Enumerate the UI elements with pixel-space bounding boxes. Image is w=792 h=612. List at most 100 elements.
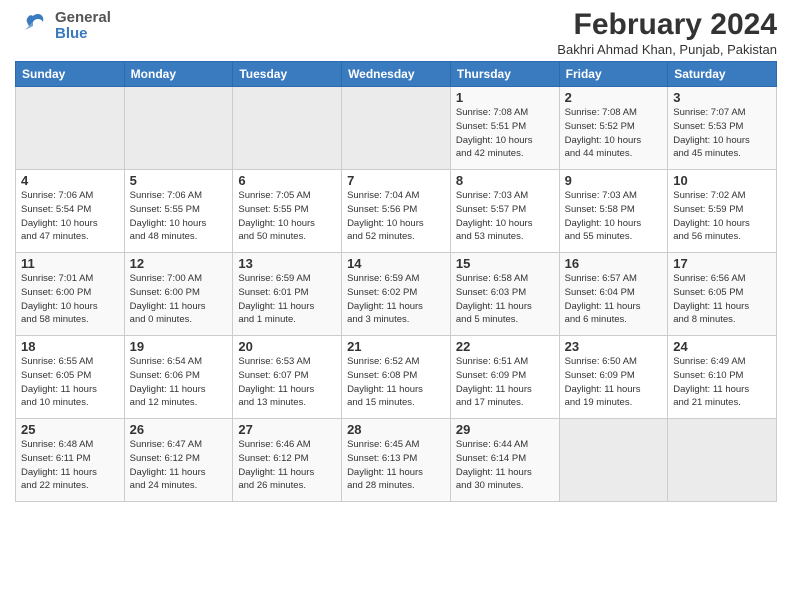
logo-blue: Blue bbox=[55, 26, 111, 43]
calendar-cell: 6Sunrise: 7:05 AMSunset: 5:55 PMDaylight… bbox=[233, 170, 342, 253]
day-info: Sunrise: 7:08 AMSunset: 5:52 PMDaylight:… bbox=[565, 106, 663, 161]
day-info: Sunrise: 6:53 AMSunset: 6:07 PMDaylight:… bbox=[238, 355, 336, 410]
day-number: 24 bbox=[673, 339, 771, 354]
calendar-cell bbox=[233, 87, 342, 170]
day-number: 11 bbox=[21, 256, 119, 271]
calendar-cell: 18Sunrise: 6:55 AMSunset: 6:05 PMDayligh… bbox=[16, 336, 125, 419]
day-number: 5 bbox=[130, 173, 228, 188]
title-section: February 2024 Bakhri Ahmad Khan, Punjab,… bbox=[557, 8, 777, 57]
calendar-cell bbox=[559, 419, 668, 502]
day-number: 1 bbox=[456, 90, 554, 105]
calendar-cell: 8Sunrise: 7:03 AMSunset: 5:57 PMDaylight… bbox=[450, 170, 559, 253]
calendar-cell: 24Sunrise: 6:49 AMSunset: 6:10 PMDayligh… bbox=[668, 336, 777, 419]
day-info: Sunrise: 6:59 AMSunset: 6:02 PMDaylight:… bbox=[347, 272, 445, 327]
day-info: Sunrise: 6:51 AMSunset: 6:09 PMDaylight:… bbox=[456, 355, 554, 410]
day-number: 26 bbox=[130, 422, 228, 437]
calendar-cell: 20Sunrise: 6:53 AMSunset: 6:07 PMDayligh… bbox=[233, 336, 342, 419]
calendar-cell: 4Sunrise: 7:06 AMSunset: 5:54 PMDaylight… bbox=[16, 170, 125, 253]
day-info: Sunrise: 6:52 AMSunset: 6:08 PMDaylight:… bbox=[347, 355, 445, 410]
day-number: 20 bbox=[238, 339, 336, 354]
calendar-cell: 2Sunrise: 7:08 AMSunset: 5:52 PMDaylight… bbox=[559, 87, 668, 170]
day-info: Sunrise: 7:02 AMSunset: 5:59 PMDaylight:… bbox=[673, 189, 771, 244]
calendar-cell: 29Sunrise: 6:44 AMSunset: 6:14 PMDayligh… bbox=[450, 419, 559, 502]
day-info: Sunrise: 6:58 AMSunset: 6:03 PMDaylight:… bbox=[456, 272, 554, 327]
calendar-cell: 14Sunrise: 6:59 AMSunset: 6:02 PMDayligh… bbox=[342, 253, 451, 336]
day-info: Sunrise: 6:48 AMSunset: 6:11 PMDaylight:… bbox=[21, 438, 119, 493]
day-number: 23 bbox=[565, 339, 663, 354]
day-number: 7 bbox=[347, 173, 445, 188]
weekday-header: Sunday bbox=[16, 62, 125, 87]
day-info: Sunrise: 6:49 AMSunset: 6:10 PMDaylight:… bbox=[673, 355, 771, 410]
day-number: 19 bbox=[130, 339, 228, 354]
day-info: Sunrise: 7:07 AMSunset: 5:53 PMDaylight:… bbox=[673, 106, 771, 161]
weekday-header: Monday bbox=[124, 62, 233, 87]
calendar-cell bbox=[16, 87, 125, 170]
calendar-cell: 12Sunrise: 7:00 AMSunset: 6:00 PMDayligh… bbox=[124, 253, 233, 336]
calendar-cell: 7Sunrise: 7:04 AMSunset: 5:56 PMDaylight… bbox=[342, 170, 451, 253]
day-number: 4 bbox=[21, 173, 119, 188]
day-info: Sunrise: 6:55 AMSunset: 6:05 PMDaylight:… bbox=[21, 355, 119, 410]
calendar-cell bbox=[124, 87, 233, 170]
day-number: 15 bbox=[456, 256, 554, 271]
weekday-header: Saturday bbox=[668, 62, 777, 87]
day-number: 29 bbox=[456, 422, 554, 437]
day-info: Sunrise: 6:50 AMSunset: 6:09 PMDaylight:… bbox=[565, 355, 663, 410]
day-number: 22 bbox=[456, 339, 554, 354]
day-number: 25 bbox=[21, 422, 119, 437]
day-number: 27 bbox=[238, 422, 336, 437]
weekday-header: Friday bbox=[559, 62, 668, 87]
calendar-cell bbox=[342, 87, 451, 170]
day-number: 21 bbox=[347, 339, 445, 354]
day-number: 17 bbox=[673, 256, 771, 271]
calendar-cell: 11Sunrise: 7:01 AMSunset: 6:00 PMDayligh… bbox=[16, 253, 125, 336]
day-number: 28 bbox=[347, 422, 445, 437]
day-info: Sunrise: 7:06 AMSunset: 5:55 PMDaylight:… bbox=[130, 189, 228, 244]
day-info: Sunrise: 6:57 AMSunset: 6:04 PMDaylight:… bbox=[565, 272, 663, 327]
day-info: Sunrise: 7:04 AMSunset: 5:56 PMDaylight:… bbox=[347, 189, 445, 244]
month-title: February 2024 bbox=[557, 8, 777, 42]
calendar-cell: 25Sunrise: 6:48 AMSunset: 6:11 PMDayligh… bbox=[16, 419, 125, 502]
day-info: Sunrise: 6:46 AMSunset: 6:12 PMDaylight:… bbox=[238, 438, 336, 493]
day-info: Sunrise: 6:54 AMSunset: 6:06 PMDaylight:… bbox=[130, 355, 228, 410]
calendar-cell: 13Sunrise: 6:59 AMSunset: 6:01 PMDayligh… bbox=[233, 253, 342, 336]
location: Bakhri Ahmad Khan, Punjab, Pakistan bbox=[557, 42, 777, 57]
calendar-cell: 21Sunrise: 6:52 AMSunset: 6:08 PMDayligh… bbox=[342, 336, 451, 419]
calendar-cell: 16Sunrise: 6:57 AMSunset: 6:04 PMDayligh… bbox=[559, 253, 668, 336]
calendar-cell: 26Sunrise: 6:47 AMSunset: 6:12 PMDayligh… bbox=[124, 419, 233, 502]
calendar-cell: 19Sunrise: 6:54 AMSunset: 6:06 PMDayligh… bbox=[124, 336, 233, 419]
calendar-cell: 5Sunrise: 7:06 AMSunset: 5:55 PMDaylight… bbox=[124, 170, 233, 253]
day-info: Sunrise: 7:08 AMSunset: 5:51 PMDaylight:… bbox=[456, 106, 554, 161]
weekday-header: Thursday bbox=[450, 62, 559, 87]
day-number: 18 bbox=[21, 339, 119, 354]
day-number: 6 bbox=[238, 173, 336, 188]
calendar-cell: 22Sunrise: 6:51 AMSunset: 6:09 PMDayligh… bbox=[450, 336, 559, 419]
day-info: Sunrise: 7:03 AMSunset: 5:57 PMDaylight:… bbox=[456, 189, 554, 244]
day-number: 14 bbox=[347, 256, 445, 271]
day-number: 10 bbox=[673, 173, 771, 188]
calendar-cell: 17Sunrise: 6:56 AMSunset: 6:05 PMDayligh… bbox=[668, 253, 777, 336]
day-info: Sunrise: 6:47 AMSunset: 6:12 PMDaylight:… bbox=[130, 438, 228, 493]
day-info: Sunrise: 6:56 AMSunset: 6:05 PMDaylight:… bbox=[673, 272, 771, 327]
day-info: Sunrise: 7:01 AMSunset: 6:00 PMDaylight:… bbox=[21, 272, 119, 327]
logo-general: General bbox=[55, 10, 111, 27]
day-number: 2 bbox=[565, 90, 663, 105]
calendar-cell bbox=[668, 419, 777, 502]
calendar-cell: 10Sunrise: 7:02 AMSunset: 5:59 PMDayligh… bbox=[668, 170, 777, 253]
day-number: 13 bbox=[238, 256, 336, 271]
calendar-cell: 15Sunrise: 6:58 AMSunset: 6:03 PMDayligh… bbox=[450, 253, 559, 336]
calendar-cell: 9Sunrise: 7:03 AMSunset: 5:58 PMDaylight… bbox=[559, 170, 668, 253]
logo: General Blue bbox=[15, 8, 111, 44]
calendar-cell: 27Sunrise: 6:46 AMSunset: 6:12 PMDayligh… bbox=[233, 419, 342, 502]
logo-text: General Blue bbox=[55, 10, 111, 43]
day-info: Sunrise: 6:45 AMSunset: 6:13 PMDaylight:… bbox=[347, 438, 445, 493]
day-info: Sunrise: 7:05 AMSunset: 5:55 PMDaylight:… bbox=[238, 189, 336, 244]
day-info: Sunrise: 6:44 AMSunset: 6:14 PMDaylight:… bbox=[456, 438, 554, 493]
day-info: Sunrise: 6:59 AMSunset: 6:01 PMDaylight:… bbox=[238, 272, 336, 327]
day-info: Sunrise: 7:00 AMSunset: 6:00 PMDaylight:… bbox=[130, 272, 228, 327]
day-number: 16 bbox=[565, 256, 663, 271]
day-number: 8 bbox=[456, 173, 554, 188]
calendar-cell: 28Sunrise: 6:45 AMSunset: 6:13 PMDayligh… bbox=[342, 419, 451, 502]
day-info: Sunrise: 7:03 AMSunset: 5:58 PMDaylight:… bbox=[565, 189, 663, 244]
day-number: 9 bbox=[565, 173, 663, 188]
day-info: Sunrise: 7:06 AMSunset: 5:54 PMDaylight:… bbox=[21, 189, 119, 244]
